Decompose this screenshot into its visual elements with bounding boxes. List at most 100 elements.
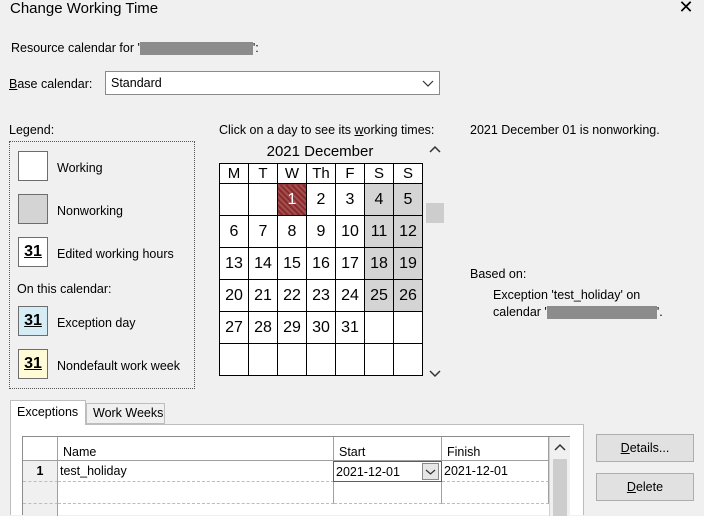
calendar-day[interactable] — [219, 183, 249, 216]
calendar-day[interactable]: 15 — [277, 247, 307, 280]
calendar-day[interactable] — [393, 343, 423, 376]
calendar-day[interactable]: 29 — [277, 311, 307, 344]
legend-nonworking-swatch — [18, 194, 48, 224]
calendar-day[interactable] — [219, 343, 249, 376]
calendar-day[interactable]: 9 — [306, 215, 336, 248]
row-number-empty[interactable] — [23, 504, 58, 516]
table-scrollbar[interactable] — [549, 437, 570, 516]
table-row-empty[interactable] — [334, 482, 442, 504]
exception-name-cell[interactable]: test_holiday — [58, 461, 334, 482]
base-calendar-label: Base calendar: — [9, 77, 92, 91]
delete-button[interactable]: Delete — [596, 473, 694, 501]
column-header-start[interactable]: Start — [334, 437, 442, 461]
legend-working-swatch — [18, 151, 48, 181]
calendar-day[interactable] — [306, 343, 336, 376]
exception-start-cell[interactable]: 2021-12-01 — [333, 461, 442, 482]
calendar-day[interactable]: 3 — [335, 183, 365, 216]
table-row-empty[interactable] — [58, 482, 334, 504]
month-scroll-down-icon[interactable] — [428, 366, 442, 383]
close-icon[interactable]: ✕ — [674, 0, 698, 19]
column-header-finish[interactable]: Finish — [442, 437, 549, 461]
calendar-day[interactable]: 14 — [248, 247, 278, 280]
calendar-day[interactable] — [364, 311, 394, 344]
calendar-week: 20 21 22 23 24 25 26 — [219, 279, 423, 312]
month-scroll-thumb[interactable] — [426, 203, 444, 223]
redacted-resource-name — [139, 42, 253, 56]
calendar-day-weekend[interactable]: 11 — [364, 215, 394, 248]
legend-working-label: Working — [57, 161, 103, 175]
calendar-day-weekend[interactable]: 25 — [364, 279, 394, 312]
month-scroll-up-icon[interactable] — [428, 143, 442, 160]
row-number-empty[interactable] — [23, 482, 58, 504]
calendar-day[interactable]: 24 — [335, 279, 365, 312]
scroll-up-icon[interactable] — [553, 441, 567, 456]
calendar-day[interactable]: 7 — [248, 215, 278, 248]
calendar-day-weekend[interactable]: 5 — [393, 183, 423, 216]
calendar-day-weekend[interactable]: 19 — [393, 247, 423, 280]
calendar-day-weekend[interactable]: 26 — [393, 279, 423, 312]
base-calendar-select[interactable]: Standard — [105, 71, 440, 95]
calendar-day[interactable]: 31 — [335, 311, 365, 344]
chevron-down-icon[interactable] — [422, 463, 439, 480]
calendar-day[interactable] — [277, 343, 307, 376]
legend-exception-swatch: 31 — [18, 306, 48, 336]
calendar-day[interactable]: 28 — [248, 311, 278, 344]
day-status-text: 2021 December 01 is nonworking. — [470, 123, 660, 137]
legend-nonworking-label: Nonworking — [57, 204, 124, 218]
calendar-day[interactable]: 10 — [335, 215, 365, 248]
calendar-day-weekend[interactable]: 12 — [393, 215, 423, 248]
calendar-day[interactable] — [335, 343, 365, 376]
table-scroll-thumb[interactable] — [553, 459, 567, 516]
legend-edited-swatch: 31 — [18, 237, 48, 267]
calendar-day[interactable]: 21 — [248, 279, 278, 312]
based-on-calendar: calendar ' '. — [493, 305, 663, 320]
calendar-day-weekend[interactable]: 18 — [364, 247, 394, 280]
calendar-suffix: '. — [656, 305, 663, 319]
legend-panel: Working Nonworking 31 Edited working hou… — [9, 141, 195, 389]
calendar-day[interactable]: 2 — [306, 183, 336, 216]
calendar-instruction: Click on a day to see its working times: — [219, 123, 434, 137]
tab-exceptions[interactable]: Exceptions — [10, 400, 86, 425]
calendar-day[interactable]: 20 — [219, 279, 249, 312]
calendar-day[interactable]: 23 — [306, 279, 336, 312]
calendar-day[interactable] — [248, 183, 278, 216]
calendar-day[interactable]: 17 — [335, 247, 365, 280]
day-header: T — [248, 163, 278, 184]
calendar-day[interactable]: 16 — [306, 247, 336, 280]
tab-work-weeks[interactable]: Work Weeks — [86, 403, 165, 424]
day-header: W — [277, 163, 307, 184]
on-this-calendar-label: On this calendar: — [17, 282, 112, 296]
calendar-day[interactable] — [248, 343, 278, 376]
calendar-week: 27 28 29 30 31 — [219, 311, 423, 344]
exception-start-value: 2021-12-01 — [336, 465, 400, 479]
resource-label-suffix: ': — [252, 41, 259, 55]
day-header: S — [364, 163, 394, 184]
redacted-calendar-name — [546, 306, 657, 320]
calendar-grid: M T W Th F S S 1 2 3 4 5 6 7 8 9 10 11 1… — [219, 163, 423, 376]
calendar-day[interactable]: 8 — [277, 215, 307, 248]
calendar-day[interactable] — [364, 343, 394, 376]
calendar-day[interactable]: 13 — [219, 247, 249, 280]
calendar-month-label: 2021 December — [266, 143, 374, 160]
legend-nondefault-label: Nondefault work week — [57, 359, 180, 373]
calendar-day[interactable] — [393, 311, 423, 344]
exceptions-table: Name Start Finish 1 test_holiday 2021-12… — [22, 436, 570, 516]
instruction-accesskey: w — [354, 123, 364, 137]
column-header-name[interactable]: Name — [58, 437, 334, 461]
calendar-day-selected-exception[interactable]: 1 — [277, 183, 307, 216]
calendar-week — [219, 343, 423, 376]
details-button[interactable]: Details... — [596, 434, 694, 462]
calendar-day[interactable]: 6 — [219, 215, 249, 248]
base-calendar-label-text: ase calendar: — [17, 77, 93, 91]
calendar-day-weekend[interactable]: 4 — [364, 183, 394, 216]
legend-edited-label: Edited working hours — [57, 247, 174, 261]
calendar-day[interactable]: 27 — [219, 311, 249, 344]
instruction-pre: Click on a day to see its — [219, 123, 355, 137]
day-header: Th — [306, 163, 336, 184]
row-number[interactable]: 1 — [23, 461, 58, 482]
exception-finish-cell[interactable]: 2021-12-01 — [442, 461, 549, 482]
legend-exception-label: Exception day — [57, 316, 136, 330]
calendar-day[interactable]: 30 — [306, 311, 336, 344]
calendar-day[interactable]: 22 — [277, 279, 307, 312]
table-row-empty[interactable] — [442, 482, 549, 504]
